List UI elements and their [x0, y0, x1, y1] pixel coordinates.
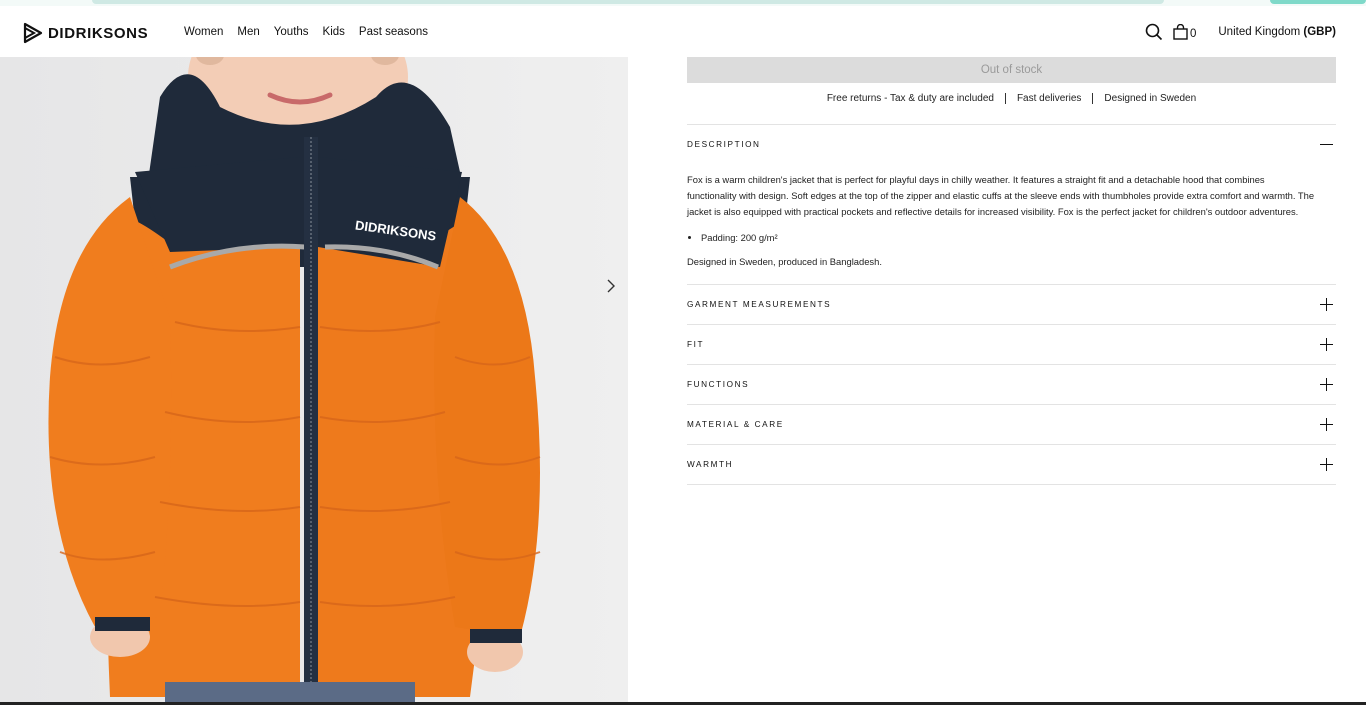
plus-icon: [1320, 377, 1334, 392]
nav-item-youths[interactable]: Youths: [274, 26, 309, 38]
site-header: DIDRIKSONS Women Men Youths Kids Past se…: [0, 6, 1366, 57]
accordion-title: MATERIAL & CARE: [687, 420, 784, 429]
accordion-header-fit[interactable]: FIT: [687, 325, 1336, 364]
usp-divider: [1092, 93, 1094, 104]
search-button[interactable]: [1145, 23, 1163, 41]
accordion-header-functions[interactable]: FUNCTIONS: [687, 365, 1336, 404]
top-strip-pill-accent: [1270, 0, 1366, 4]
plus-icon: [1320, 337, 1334, 352]
nav-item-men[interactable]: Men: [237, 26, 259, 38]
accordion-header-material-care[interactable]: MATERIAL & CARE: [687, 405, 1336, 444]
accordion-header-warmth[interactable]: WARMTH: [687, 445, 1336, 484]
plus-icon: [1320, 457, 1334, 472]
description-list: Padding: 200 g/m²: [701, 230, 1316, 246]
accordion-title: GARMENT MEASUREMENTS: [687, 300, 832, 309]
accordion-end-divider: [687, 484, 1336, 485]
accordion-description: DESCRIPTION Fox is a warm children's jac…: [687, 124, 1336, 284]
accordion-title: FUNCTIONS: [687, 380, 750, 389]
next-image-chevron-icon[interactable]: [602, 277, 620, 295]
accordion-title: FIT: [687, 340, 705, 349]
nav-item-kids[interactable]: Kids: [323, 26, 345, 38]
description-text: Fox is a warm children's jacket that is …: [687, 174, 1315, 217]
top-strip-pill: [92, 0, 1164, 4]
accordion-title: WARMTH: [687, 460, 734, 469]
accordion-title: DESCRIPTION: [687, 140, 761, 149]
bag-icon: [1173, 24, 1188, 40]
usp-free-returns: Free returns - Tax & duty are included: [826, 93, 994, 104]
minus-icon: [1320, 138, 1334, 152]
nav-item-women[interactable]: Women: [184, 26, 223, 38]
padding-bullet: Padding: 200 g/m²: [701, 230, 1316, 246]
usp-fast-deliveries: Fast deliveries: [1016, 93, 1082, 104]
usp-divider: [1004, 93, 1006, 104]
accordion-functions: FUNCTIONS: [687, 364, 1336, 404]
cart-button[interactable]: 0: [1173, 24, 1196, 40]
description-body: Fox is a warm children's jacket that is …: [687, 164, 1336, 284]
cart-count: 0: [1189, 28, 1197, 40]
country-selector[interactable]: United Kingdom (GBP): [1218, 26, 1336, 38]
brand-logo[interactable]: DIDRIKSONS: [22, 22, 148, 44]
header-actions: 0 United Kingdom (GBP): [1145, 23, 1336, 41]
usp-designed-in-sweden: Designed in Sweden: [1104, 93, 1197, 104]
accordion-material-care: MATERIAL & CARE: [687, 404, 1336, 444]
accordion-fit: FIT: [687, 324, 1336, 364]
nav-item-past-seasons[interactable]: Past seasons: [359, 26, 428, 38]
origin-text: Designed in Sweden, produced in Banglade…: [687, 256, 882, 267]
product-image: DIDRIKSONS: [0, 57, 628, 702]
plus-icon: [1320, 417, 1334, 432]
accordion-garment-measurements: GARMENT MEASUREMENTS: [687, 284, 1336, 324]
country-name: United Kingdom: [1218, 26, 1301, 38]
plus-icon: [1320, 297, 1334, 312]
currency-label: (GBP): [1303, 26, 1336, 38]
accordion-warmth: WARMTH: [687, 444, 1336, 484]
brand-mark-icon: [23, 22, 43, 44]
accordion-header-garment-measurements[interactable]: GARMENT MEASUREMENTS: [687, 285, 1336, 324]
brand-name: DIDRIKSONS: [48, 24, 149, 42]
usp-bar: Free returns - Tax & duty are included F…: [687, 93, 1336, 104]
main-nav: Women Men Youths Kids Past seasons: [184, 26, 428, 38]
product-photo: DIDRIKSONS: [0, 57, 628, 702]
search-icon: [1145, 23, 1163, 41]
product-info-panel: Out of stock Free returns - Tax & duty a…: [687, 57, 1336, 485]
out-of-stock-button[interactable]: Out of stock: [687, 57, 1336, 83]
accordion-header-description[interactable]: DESCRIPTION: [687, 125, 1336, 164]
